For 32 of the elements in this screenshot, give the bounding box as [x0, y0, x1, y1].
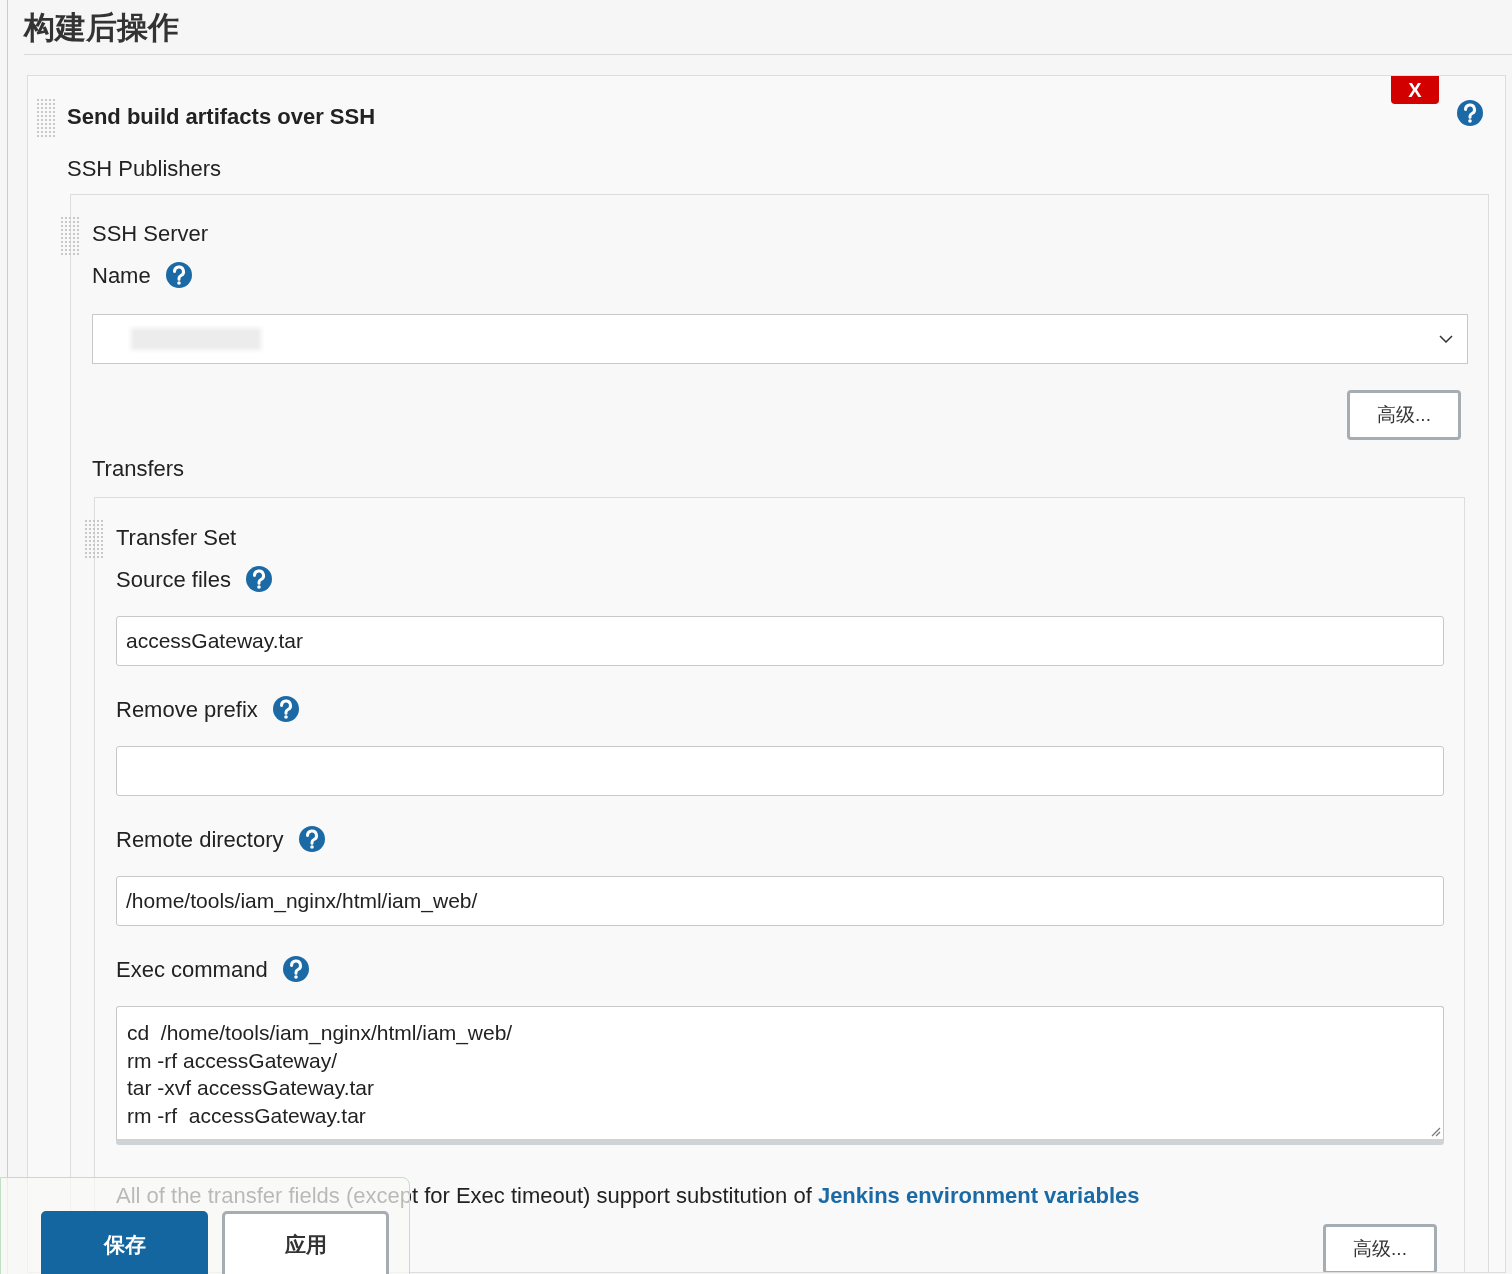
apply-button[interactable]: 应用 [222, 1211, 389, 1274]
text-field[interactable] [116, 746, 1444, 796]
save-button[interactable]: 保存 [41, 1211, 208, 1274]
field-label: Remove prefix [116, 695, 258, 724]
field-label: Exec command [116, 955, 268, 984]
help-icon[interactable] [1456, 99, 1484, 127]
transfers-label: Transfers [92, 455, 186, 482]
help-icon[interactable] [271, 695, 300, 723]
transfer-set-title: Transfer Set [116, 524, 238, 551]
drag-handle-icon[interactable] [37, 99, 55, 137]
step-title: Send build artifacts over SSH [67, 103, 376, 131]
advanced-button[interactable]: 高级... [1347, 390, 1461, 440]
help-icon[interactable] [281, 955, 310, 983]
text-field[interactable]: /home/tools/iam_nginx/html/iam_web/ [116, 876, 1444, 926]
chevron-down-icon [1439, 335, 1453, 343]
exec-command-field[interactable]: cd /home/tools/iam_nginx/html/iam_web/ rm -rf accessGateway/ tar -xvf accessGateway.tar rm -rf accessGateway.tar [116, 1006, 1444, 1145]
section-title: 构建后操作 [24, 11, 179, 43]
resize-grip-icon[interactable] [1429, 1125, 1441, 1137]
field-label: Source files [116, 565, 231, 594]
help-icon[interactable] [297, 825, 326, 853]
server-title: SSH Server [92, 220, 210, 247]
field-label: Remote directory [116, 825, 284, 854]
delete-button[interactable]: X [1391, 76, 1439, 104]
help-icon[interactable] [164, 261, 193, 289]
advanced-button[interactable]: 高级... [1323, 1224, 1437, 1272]
drag-handle-icon[interactable] [85, 520, 103, 558]
field-label: Name [92, 261, 151, 290]
help-icon[interactable] [244, 565, 273, 593]
publishers-label: SSH Publishers [67, 155, 222, 183]
text-field[interactable]: accessGateway.tar [116, 616, 1444, 666]
drag-handle-icon[interactable] [61, 217, 79, 255]
environment-variables-link[interactable]: Jenkins environment variables [817, 1183, 1140, 1208]
